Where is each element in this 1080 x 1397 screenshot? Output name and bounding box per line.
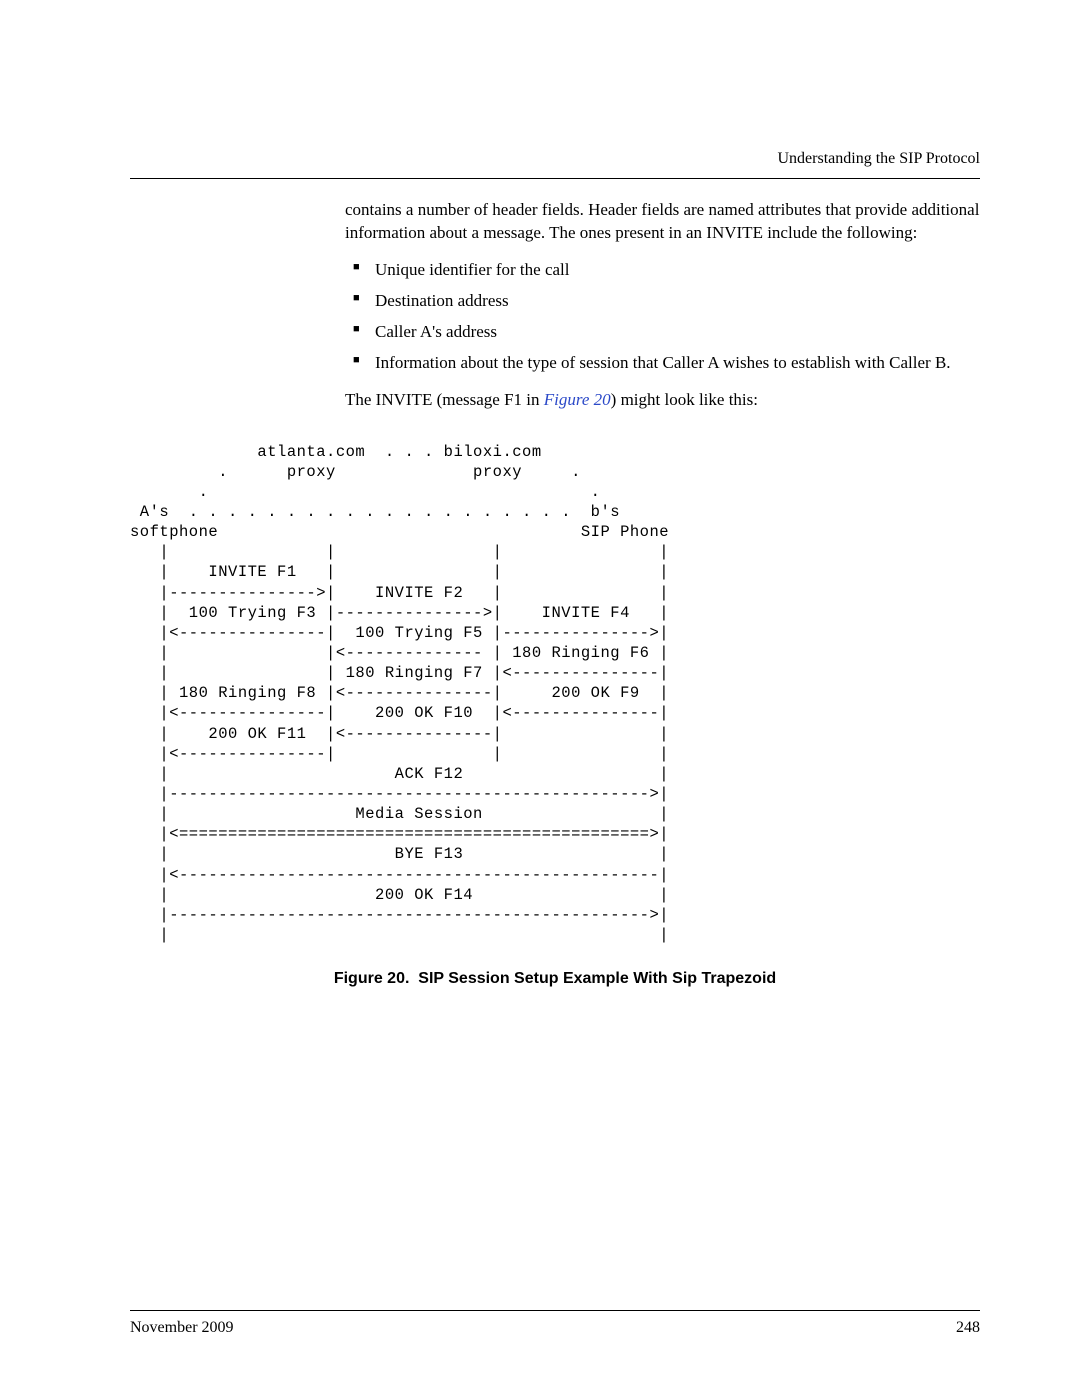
figure-ref-paragraph: The INVITE (message F1 in Figure 20) mig…: [345, 389, 980, 412]
para2-pre: The INVITE (message F1 in: [345, 390, 544, 409]
header-rule: [130, 178, 980, 179]
section-header: Understanding the SIP Protocol: [130, 150, 980, 168]
figure-caption-text: SIP Session Setup Example With Sip Trape…: [418, 970, 776, 987]
figure-label: Figure 20.: [334, 970, 410, 987]
figure-caption: Figure 20. SIP Session Setup Example Wit…: [130, 970, 980, 988]
list-item: Caller A's address: [345, 321, 980, 344]
footer-date: November 2009: [130, 1319, 234, 1337]
main-content: contains a number of header fields. Head…: [345, 199, 980, 412]
list-item: Information about the type of session th…: [345, 352, 980, 375]
list-item: Destination address: [345, 290, 980, 313]
footer-rule: [130, 1310, 980, 1311]
list-item: Unique identifier for the call: [345, 259, 980, 282]
sip-trapezoid-diagram: atlanta.com . . . biloxi.com . proxy pro…: [130, 442, 980, 946]
figure-20-link[interactable]: Figure 20: [544, 390, 611, 409]
page-number: 248: [956, 1319, 980, 1337]
intro-paragraph: contains a number of header fields. Head…: [345, 199, 980, 245]
header-fields-list: Unique identifier for the call Destinati…: [345, 259, 980, 375]
para2-post: ) might look like this:: [611, 390, 758, 409]
page-footer: November 2009 248: [130, 1310, 980, 1337]
